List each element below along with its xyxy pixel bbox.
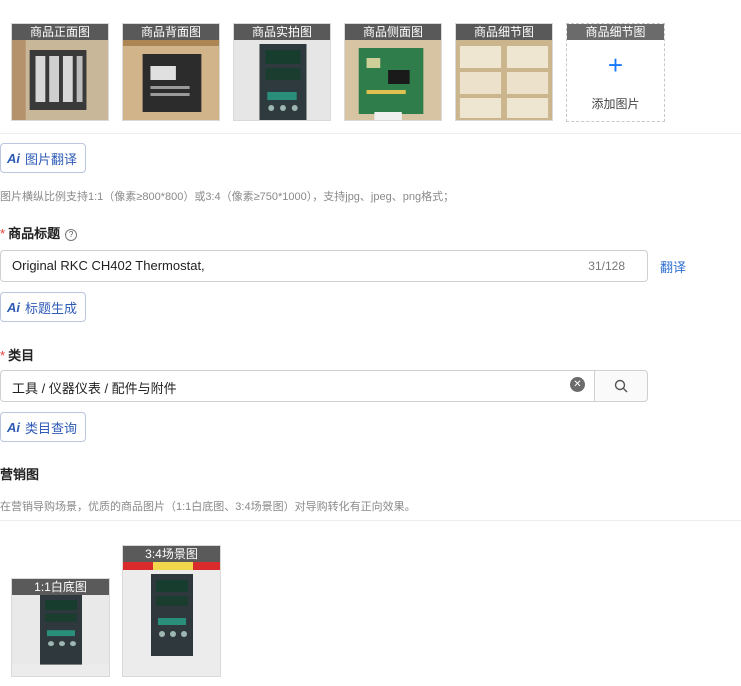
real-photo bbox=[234, 40, 330, 120]
white-bg-photo bbox=[12, 595, 109, 665]
marketing-image-scene[interactable]: 3:4场景图 bbox=[122, 545, 221, 677]
product-image-side[interactable]: 商品侧面图 bbox=[344, 23, 442, 121]
ai-title-generate-button[interactable]: Ai 标题生成 bbox=[0, 292, 87, 322]
divider bbox=[0, 520, 741, 521]
slot-caption: 商品侧面图 bbox=[345, 24, 441, 40]
ai-image-translate-label: 图片翻译 bbox=[25, 151, 78, 167]
clear-circle-icon[interactable]: ✕ bbox=[570, 377, 585, 392]
slot-caption: 商品正面图 bbox=[12, 24, 108, 40]
ai-title-generate-label: 标题生成 bbox=[25, 300, 78, 316]
detail-photo bbox=[456, 40, 552, 120]
add-image-label: 添加图片 bbox=[591, 97, 640, 111]
ai-icon: Ai bbox=[7, 150, 20, 166]
ai-icon: Ai bbox=[7, 299, 20, 315]
back-photo bbox=[123, 40, 219, 120]
ai-image-translate-button[interactable]: Ai 图片翻译 bbox=[0, 143, 87, 173]
slot-caption: 商品细节图 bbox=[567, 24, 664, 40]
plus-icon: + bbox=[607, 50, 624, 80]
category-label-text: 类目 bbox=[8, 348, 35, 363]
marketing-hint: 在营销导购场景，优质的商品图片（1:1白底图、3:4场景图）对导购转化有正向效果… bbox=[0, 501, 416, 513]
marketing-image-white-bg[interactable]: 1:1白底图 bbox=[11, 578, 110, 677]
category-search-button[interactable] bbox=[594, 370, 648, 402]
category-input-value: 工具 / 仪器仪表 / 配件与附件 bbox=[12, 381, 177, 396]
title-label-text: 商品标题 bbox=[8, 226, 61, 241]
product-image-front[interactable]: 商品正面图 bbox=[11, 23, 109, 121]
translate-link[interactable]: 翻译 bbox=[660, 257, 686, 276]
question-circle-icon[interactable]: ? bbox=[65, 229, 78, 241]
marketing-label: 营销图 bbox=[0, 467, 40, 482]
ai-icon: Ai bbox=[7, 419, 20, 435]
image-format-hint: 图片横纵比例支持1:1（像素≥800*800）或3:4（像素≥750*1000）… bbox=[0, 191, 455, 203]
category-label: * 类目 bbox=[0, 345, 34, 364]
marketing-caption: 3:4场景图 bbox=[123, 546, 220, 562]
title-char-counter: 31/128 bbox=[588, 259, 625, 273]
slot-caption: 商品细节图 bbox=[456, 24, 552, 40]
title-input[interactable]: Original RKC CH402 Thermostat, 31/128 bbox=[0, 250, 648, 282]
slot-caption: 商品实拍图 bbox=[234, 24, 330, 40]
product-image-real[interactable]: 商品实拍图 bbox=[233, 23, 331, 121]
slot-caption: 商品背面图 bbox=[123, 24, 219, 40]
required-mark: * bbox=[0, 226, 6, 241]
title-label: * 商品标题? bbox=[0, 223, 78, 242]
add-image-button[interactable]: 商品细节图 + 添加图片 bbox=[566, 23, 665, 122]
side-photo bbox=[345, 40, 441, 120]
title-input-value: Original RKC CH402 Thermostat, bbox=[12, 258, 205, 273]
search-icon bbox=[614, 379, 628, 393]
divider bbox=[0, 133, 741, 134]
front-photo bbox=[12, 40, 108, 120]
scene-photo bbox=[123, 562, 220, 676]
ai-category-query-button[interactable]: Ai 类目查询 bbox=[0, 412, 87, 442]
product-image-back[interactable]: 商品背面图 bbox=[122, 23, 220, 121]
product-image-detail[interactable]: 商品细节图 bbox=[455, 23, 553, 121]
category-input[interactable]: 工具 / 仪器仪表 / 配件与附件 bbox=[0, 370, 595, 402]
required-mark: * bbox=[0, 348, 6, 363]
ai-category-query-label: 类目查询 bbox=[25, 420, 78, 436]
marketing-caption: 1:1白底图 bbox=[12, 579, 109, 595]
